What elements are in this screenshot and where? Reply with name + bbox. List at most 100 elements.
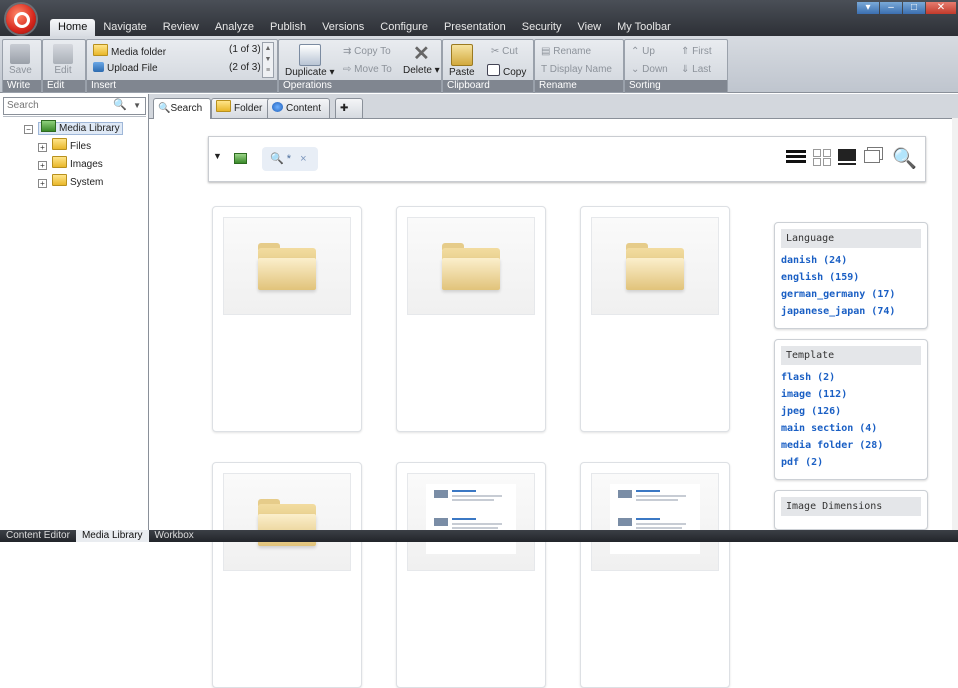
result-card[interactable] (212, 462, 362, 688)
content-icon (272, 102, 283, 112)
insert-media-folder-button[interactable]: Media folder (93, 44, 166, 58)
tree-search-input[interactable] (4, 98, 110, 112)
collapse-icon[interactable]: − (24, 125, 33, 134)
result-card[interactable] (580, 206, 730, 432)
card-thumbnail (407, 217, 535, 315)
edit-button[interactable]: Edit (53, 44, 73, 76)
expand-icon[interactable]: + (38, 143, 47, 152)
display-name-button[interactable]: T Display Name (541, 64, 612, 75)
tree-node-images[interactable]: + Images (38, 156, 123, 174)
detail-view-icon[interactable] (838, 148, 858, 166)
result-card[interactable] (396, 206, 546, 432)
result-card[interactable] (580, 462, 730, 688)
copy-button[interactable]: Copy (487, 64, 526, 78)
facet-item[interactable]: english (159) (781, 269, 921, 286)
document-preview (610, 484, 700, 554)
tab-presentation[interactable]: Presentation (436, 19, 514, 36)
copy-icon (487, 64, 500, 76)
clipboard-group: Paste ✂ Cut Copy Clipboard (442, 39, 534, 93)
grid-view-icon[interactable] (812, 148, 832, 166)
tab-my-toolbar[interactable]: My Toolbar (609, 19, 679, 36)
sort-down-button[interactable]: ⌄ Down (631, 64, 668, 75)
tab-security[interactable]: Security (514, 19, 570, 36)
tree-search: 🔍 ▼ (3, 97, 146, 115)
expand-icon[interactable]: + (38, 161, 47, 170)
tab-publish[interactable]: Publish (262, 19, 314, 36)
duplicate-button[interactable]: Duplicate ▾ (285, 44, 335, 78)
application-bar: Content Editor Media Library Workbox (0, 530, 958, 542)
paste-icon (450, 44, 473, 66)
sort-last-button[interactable]: ⇓ Last (681, 64, 711, 75)
gallery-view-icon[interactable] (864, 150, 880, 163)
upload-icon (93, 62, 104, 72)
tab-home[interactable]: Home (50, 19, 96, 36)
app-workbox[interactable]: Workbox (149, 530, 200, 542)
move-to-button[interactable]: ⇨ Move To (343, 64, 392, 75)
save-button[interactable]: Save (9, 44, 32, 76)
tab-versions[interactable]: Versions (314, 19, 372, 36)
main-scrollbar[interactable] (952, 118, 958, 530)
result-card[interactable] (212, 206, 362, 432)
app-content-editor[interactable]: Content Editor (0, 530, 76, 542)
view-mode-switcher (786, 148, 886, 166)
tree-node-system[interactable]: + System (38, 174, 123, 192)
move-to-icon: ⇨ (343, 64, 352, 75)
tab-add[interactable]: ✚ (335, 98, 363, 118)
sort-up-button[interactable]: ⌃ Up (631, 46, 655, 57)
tab-configure[interactable]: Configure (372, 19, 436, 36)
up-icon: ⌃ (631, 46, 640, 57)
search-type-dropdown-icon[interactable]: ▼ (213, 151, 222, 161)
image-filter-icon[interactable] (234, 153, 247, 164)
down-icon: ⌄ (631, 64, 640, 75)
facet-item[interactable]: main section (4) (781, 420, 921, 437)
content-tree-panel: 🔍 ▼ − Media Library + Files + Images + S… (0, 94, 149, 530)
search-icon[interactable]: 🔍 (113, 98, 127, 111)
rename-button[interactable]: ▤ Rename (541, 46, 591, 57)
insert-group: Media folder (1 of 3) Upload File (2 of … (86, 39, 278, 93)
search-submit-icon[interactable]: 🔍 (892, 146, 917, 171)
folder-icon (93, 44, 108, 56)
upload-file-button[interactable]: Upload File (93, 62, 158, 74)
tab-analyze[interactable]: Analyze (207, 19, 262, 36)
search-token-pill[interactable]: 🔍 * × (262, 147, 318, 171)
card-thumbnail (591, 217, 719, 315)
app-media-library[interactable]: Media Library (75, 530, 149, 542)
insert-scroll[interactable]: ▲ ▼ ≡ (262, 42, 274, 78)
facet-title: Template (781, 346, 921, 365)
app-menu-button[interactable] (6, 4, 36, 34)
tab-content[interactable]: Content (267, 98, 331, 118)
facet-item[interactable]: pdf (2) (781, 454, 921, 471)
tab-search[interactable]: 🔍Search (153, 98, 212, 119)
ribbon-options-icon[interactable]: ▾ (857, 2, 879, 14)
result-card[interactable] (396, 462, 546, 688)
search-options-dropdown-icon[interactable]: ▼ (133, 98, 141, 114)
minimize-icon[interactable]: – (880, 2, 902, 14)
list-view-icon[interactable] (786, 148, 806, 166)
tree-node-media-library[interactable]: − Media Library (24, 120, 123, 138)
cut-button[interactable]: ✂ Cut (491, 46, 518, 57)
tree-node-files[interactable]: + Files (38, 138, 123, 156)
rename-icon: ▤ (541, 46, 551, 57)
clear-token-icon[interactable]: × (300, 153, 306, 165)
facet-item[interactable]: jpeg (126) (781, 403, 921, 420)
facet-item[interactable]: japanese_japan (74) (781, 303, 921, 320)
insert-count-2: (2 of 3) (229, 62, 261, 73)
copy-to-button[interactable]: ⇉ Copy To (343, 46, 391, 57)
facet-item[interactable]: flash (2) (781, 369, 921, 386)
facet-item[interactable]: image (112) (781, 386, 921, 403)
tab-view[interactable]: View (569, 19, 609, 36)
expand-icon[interactable]: + (38, 179, 47, 188)
delete-button[interactable]: ✕ Delete ▾ (403, 44, 440, 76)
close-icon[interactable]: ✕ (926, 2, 956, 14)
facet-item[interactable]: german_germany (17) (781, 286, 921, 303)
ribbon-tabs: Home Navigate Review Analyze Publish Ver… (50, 19, 679, 36)
sort-first-button[interactable]: ⇑ First (681, 46, 712, 57)
rename-group: ▤ Rename T Display Name Rename (534, 39, 624, 93)
paste-button[interactable]: Paste (449, 44, 475, 78)
facet-item[interactable]: danish (24) (781, 252, 921, 269)
tab-navigate[interactable]: Navigate (95, 19, 154, 36)
facet-item[interactable]: media folder (28) (781, 437, 921, 454)
maximize-icon[interactable]: □ (903, 2, 925, 14)
tab-review[interactable]: Review (155, 19, 207, 36)
tab-folder[interactable]: Folder (211, 98, 272, 118)
